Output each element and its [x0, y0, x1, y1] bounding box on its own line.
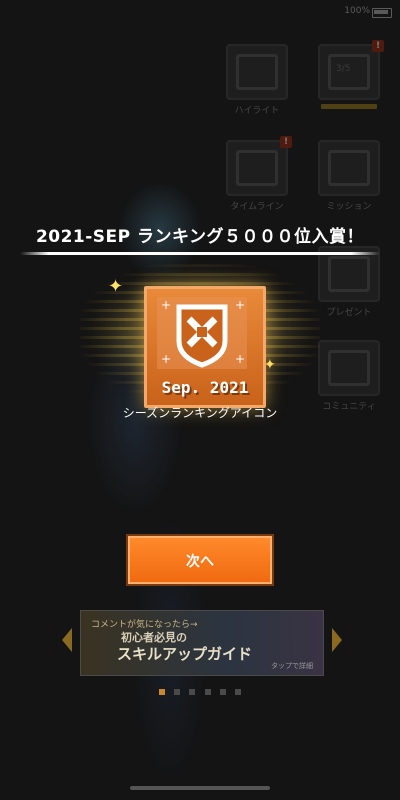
pager-dot[interactable] [219, 689, 226, 695]
promo-banner[interactable]: コメントが気になったら→ 初心者必見の スキルアップガイド タップで詳細 [80, 610, 324, 676]
sparkle-icon: ✦ [108, 276, 124, 297]
banner-pager [0, 680, 400, 699]
pager-dot[interactable] [159, 689, 166, 695]
svg-text:+: + [161, 352, 171, 366]
next-button[interactable]: 次へ [126, 534, 274, 586]
pager-dot[interactable] [204, 689, 211, 695]
pager-dot[interactable] [174, 689, 181, 695]
title-underline [20, 252, 380, 255]
reward-name: シーズンランキングアイコン [122, 406, 278, 420]
svg-text:+: + [235, 352, 245, 366]
pager-dot[interactable] [189, 689, 196, 695]
ranking-result-title: 2021-SEP ランキング５０００位入賞！ [35, 227, 365, 247]
season-ranking-icon: + + + + Sep. 2021 [144, 286, 266, 408]
banner-tap-text: タップで詳細 [271, 662, 313, 670]
home-indicator[interactable] [130, 786, 270, 790]
banner-next-arrow[interactable] [332, 628, 342, 652]
svg-text:+: + [235, 298, 245, 312]
pager-dot[interactable] [234, 689, 241, 695]
banner-line2: スキルアップガイド [117, 645, 253, 663]
banner-prev-arrow[interactable] [62, 628, 72, 652]
reward-date: Sep. 2021 [161, 378, 249, 397]
svg-text:+: + [161, 298, 171, 312]
